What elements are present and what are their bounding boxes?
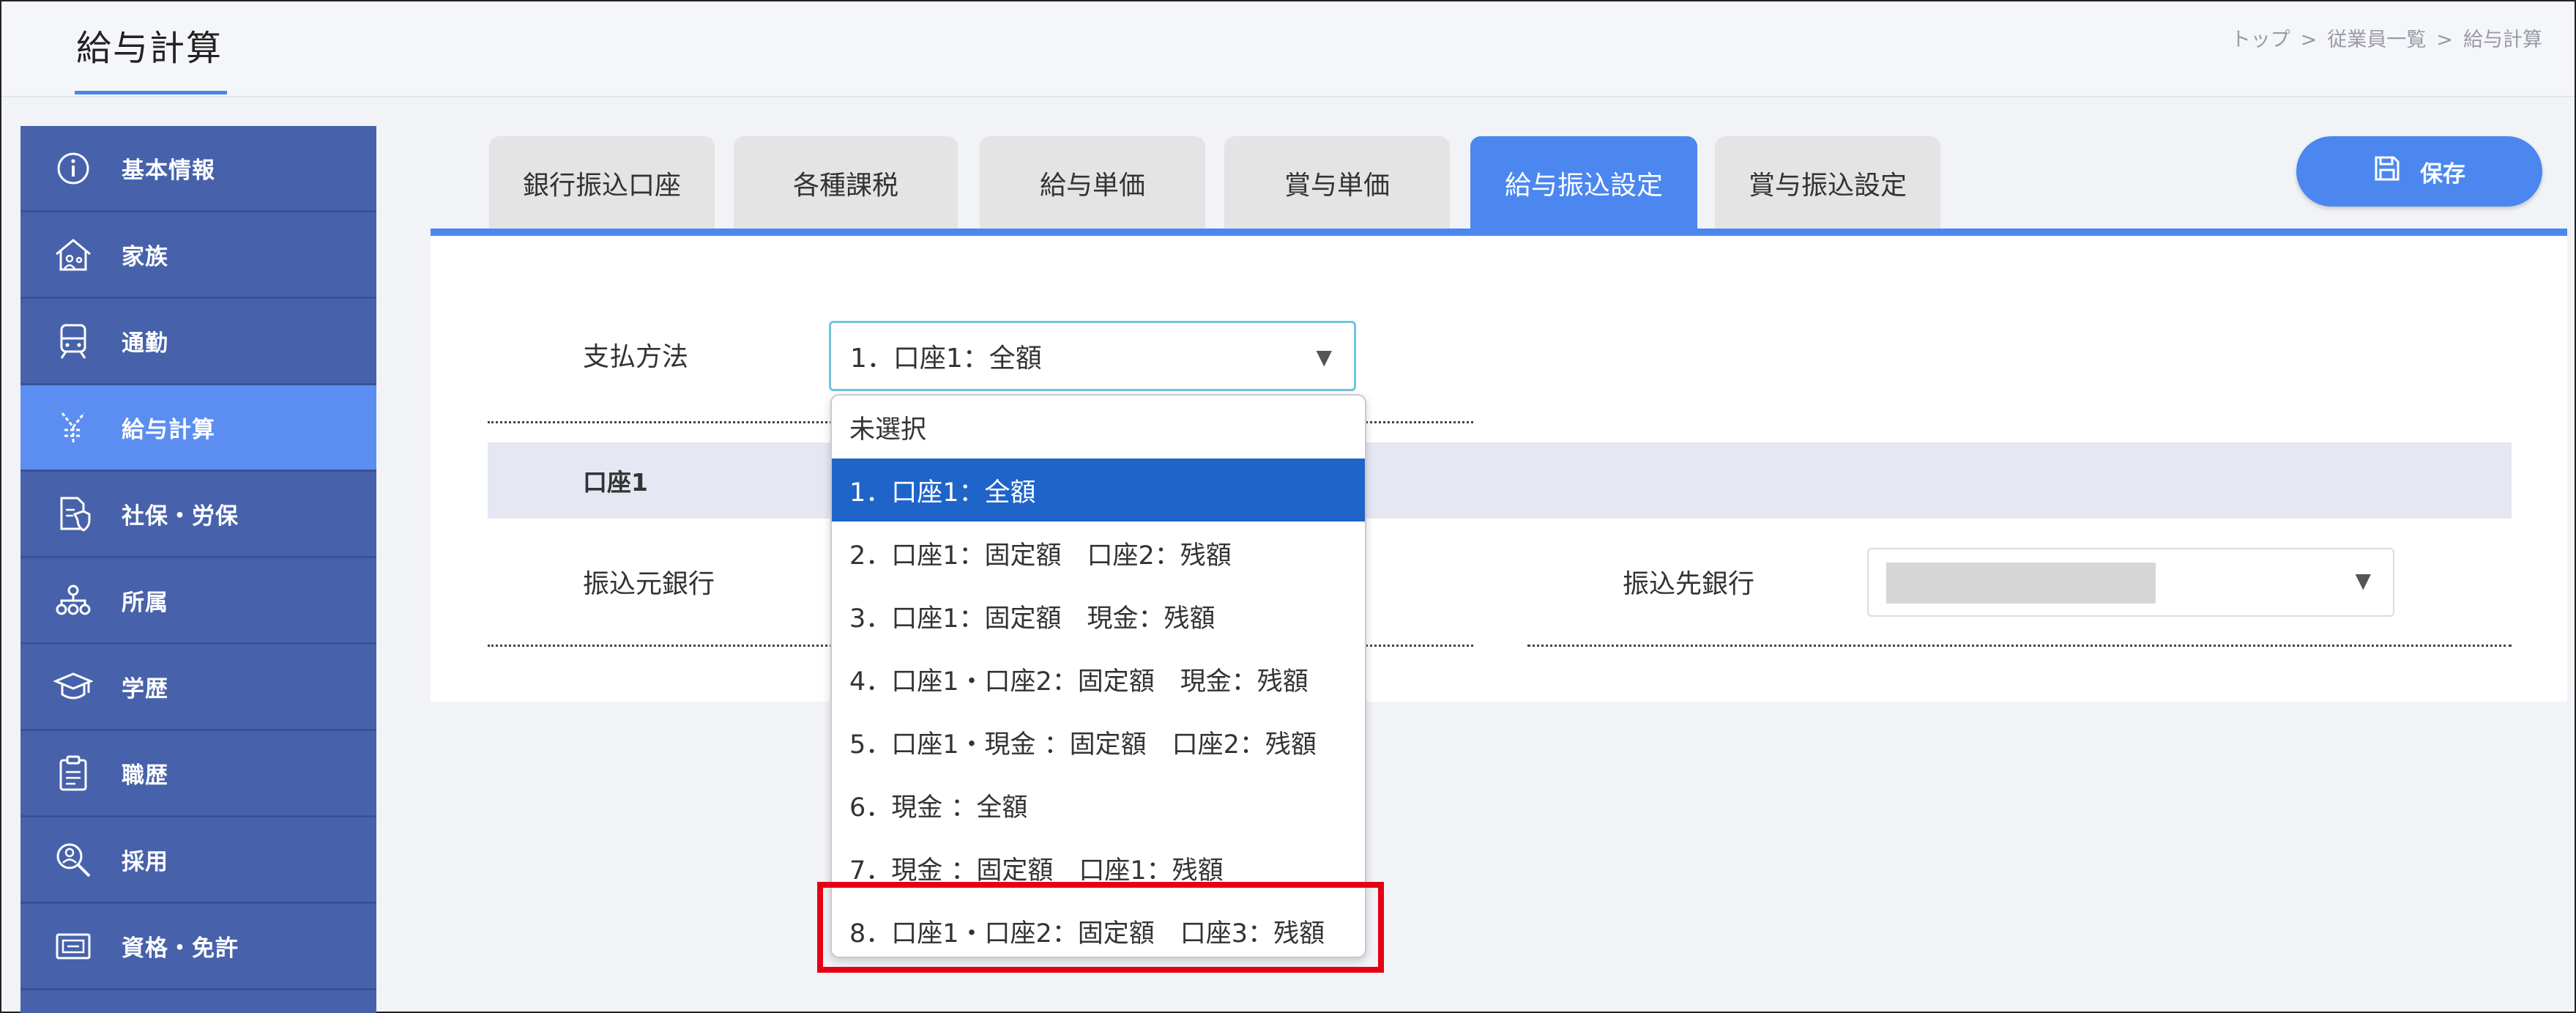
- tab-bank-transfer-account[interactable]: 銀行振込口座: [489, 136, 715, 230]
- save-button-label: 保存: [2420, 160, 2465, 188]
- tab-bonus-unit-price[interactable]: 賞与単価: [1224, 136, 1450, 230]
- sidebar-item-label: 基本情報: [122, 157, 215, 184]
- payment-method-value: 1．口座1：全額: [850, 344, 1042, 374]
- sidebar-item-family[interactable]: 家族: [21, 212, 376, 299]
- sidebar: 基本情報 家族 通勤 給与計算 社保・労保 所属 学歴 職歴 採用 資格・免許: [21, 126, 376, 1013]
- payment-method-label: 支払方法: [583, 342, 689, 372]
- section-header-band: [488, 442, 2512, 519]
- sidebar-item-label: 家族: [122, 244, 168, 270]
- dropdown-option[interactable]: 2．口座1：固定額 口座2：残額: [832, 522, 1365, 585]
- tab-salary-transfer-settings[interactable]: 給与振込設定: [1470, 136, 1697, 230]
- sidebar-item-payroll[interactable]: 給与計算: [21, 385, 376, 472]
- magnifier-person-icon: [53, 839, 94, 880]
- sidebar-item-label: 学歴: [122, 676, 168, 702]
- info-icon: [53, 148, 94, 189]
- sidebar-item-social-insurance[interactable]: 社保・労保: [21, 472, 376, 558]
- dropdown-option[interactable]: 8．口座1・口座2：固定額 口座3：残額: [832, 899, 1365, 957]
- tab-taxation[interactable]: 各種課税: [734, 136, 958, 230]
- header-divider: [1, 96, 2575, 97]
- sidebar-item-label: 職歴: [122, 762, 168, 789]
- yen-icon: [53, 407, 94, 448]
- tab-bonus-transfer-settings[interactable]: 賞与振込設定: [1715, 136, 1940, 230]
- sidebar-item-label: 給与計算: [122, 417, 215, 443]
- document-shield-icon: [53, 494, 94, 535]
- sidebar-item-basic-info[interactable]: 基本情報: [21, 126, 376, 212]
- sidebar-item-label: 社保・労保: [122, 503, 239, 530]
- redacted-value: [1886, 563, 2156, 604]
- source-bank-label: 振込元銀行: [583, 569, 715, 599]
- org-chart-icon: [53, 580, 94, 621]
- graduation-cap-icon: [53, 667, 94, 708]
- floppy-disk-icon: [2373, 155, 2401, 188]
- breadcrumb: トップ > 従業員一覧 > 給与計算: [2231, 23, 2542, 52]
- sidebar-item-work-history[interactable]: 職歴: [21, 731, 376, 817]
- breadcrumb-top[interactable]: トップ: [2231, 29, 2290, 51]
- breadcrumb-current: 給与計算: [2463, 29, 2542, 51]
- breadcrumb-separator: >: [2436, 29, 2453, 51]
- tab-salary-unit-price[interactable]: 給与単価: [980, 136, 1205, 230]
- sidebar-item-commute[interactable]: 通勤: [21, 299, 376, 385]
- sidebar-item-label: 通勤: [122, 330, 168, 357]
- title-underline: [75, 91, 227, 94]
- save-button[interactable]: 保存: [2296, 136, 2542, 207]
- sidebar-item-recruitment[interactable]: 採用: [21, 817, 376, 904]
- row-divider: [1527, 645, 2512, 647]
- clipboard-icon: [53, 753, 94, 794]
- sidebar-item-label: 採用: [122, 849, 168, 875]
- breadcrumb-employee-list[interactable]: 従業員一覧: [2327, 29, 2426, 51]
- sidebar-item-qualifications[interactable]: 資格・免許: [21, 904, 376, 990]
- dropdown-option[interactable]: 5．口座1・現金 ：固定額 口座2：残額: [832, 710, 1365, 773]
- sidebar-item-label: 資格・免許: [122, 935, 239, 962]
- dropdown-option[interactable]: 7．現金 ：固定額 口座1：残額: [832, 836, 1365, 899]
- house-icon: [53, 234, 94, 275]
- chevron-down-icon: ▼: [2355, 568, 2371, 593]
- breadcrumb-separator: >: [2300, 29, 2318, 51]
- destination-bank-select[interactable]: ▼: [1867, 548, 2394, 617]
- section-title: 口座1: [583, 468, 648, 497]
- dropdown-option[interactable]: 6．現金 ：全額: [832, 773, 1365, 836]
- train-icon: [53, 321, 94, 362]
- dropdown-option[interactable]: 4．口座1・口座2：固定額 現金：残額: [832, 647, 1365, 710]
- destination-bank-label: 振込先銀行: [1623, 569, 1755, 599]
- page-header: [1, 1, 2575, 97]
- page-title: 給与計算: [76, 28, 223, 69]
- tab-underline: [431, 229, 2567, 236]
- certificate-icon: [53, 926, 94, 967]
- dropdown-option-selected[interactable]: 1．口座1：全額: [832, 459, 1365, 522]
- sidebar-item-label: 所属: [122, 590, 168, 616]
- payment-method-dropdown: 未選択 1．口座1：全額 2．口座1：固定額 口座2：残額 3．口座1：固定額 …: [830, 394, 1366, 958]
- chevron-down-icon: ▼: [1316, 345, 1332, 369]
- sidebar-item-affiliation[interactable]: 所属: [21, 558, 376, 645]
- payment-method-select[interactable]: 1．口座1：全額 ▼: [829, 321, 1356, 391]
- dropdown-option[interactable]: 未選択: [832, 396, 1365, 459]
- dropdown-option[interactable]: 3．口座1：固定額 現金：残額: [832, 585, 1365, 647]
- sidebar-item-education[interactable]: 学歴: [21, 645, 376, 731]
